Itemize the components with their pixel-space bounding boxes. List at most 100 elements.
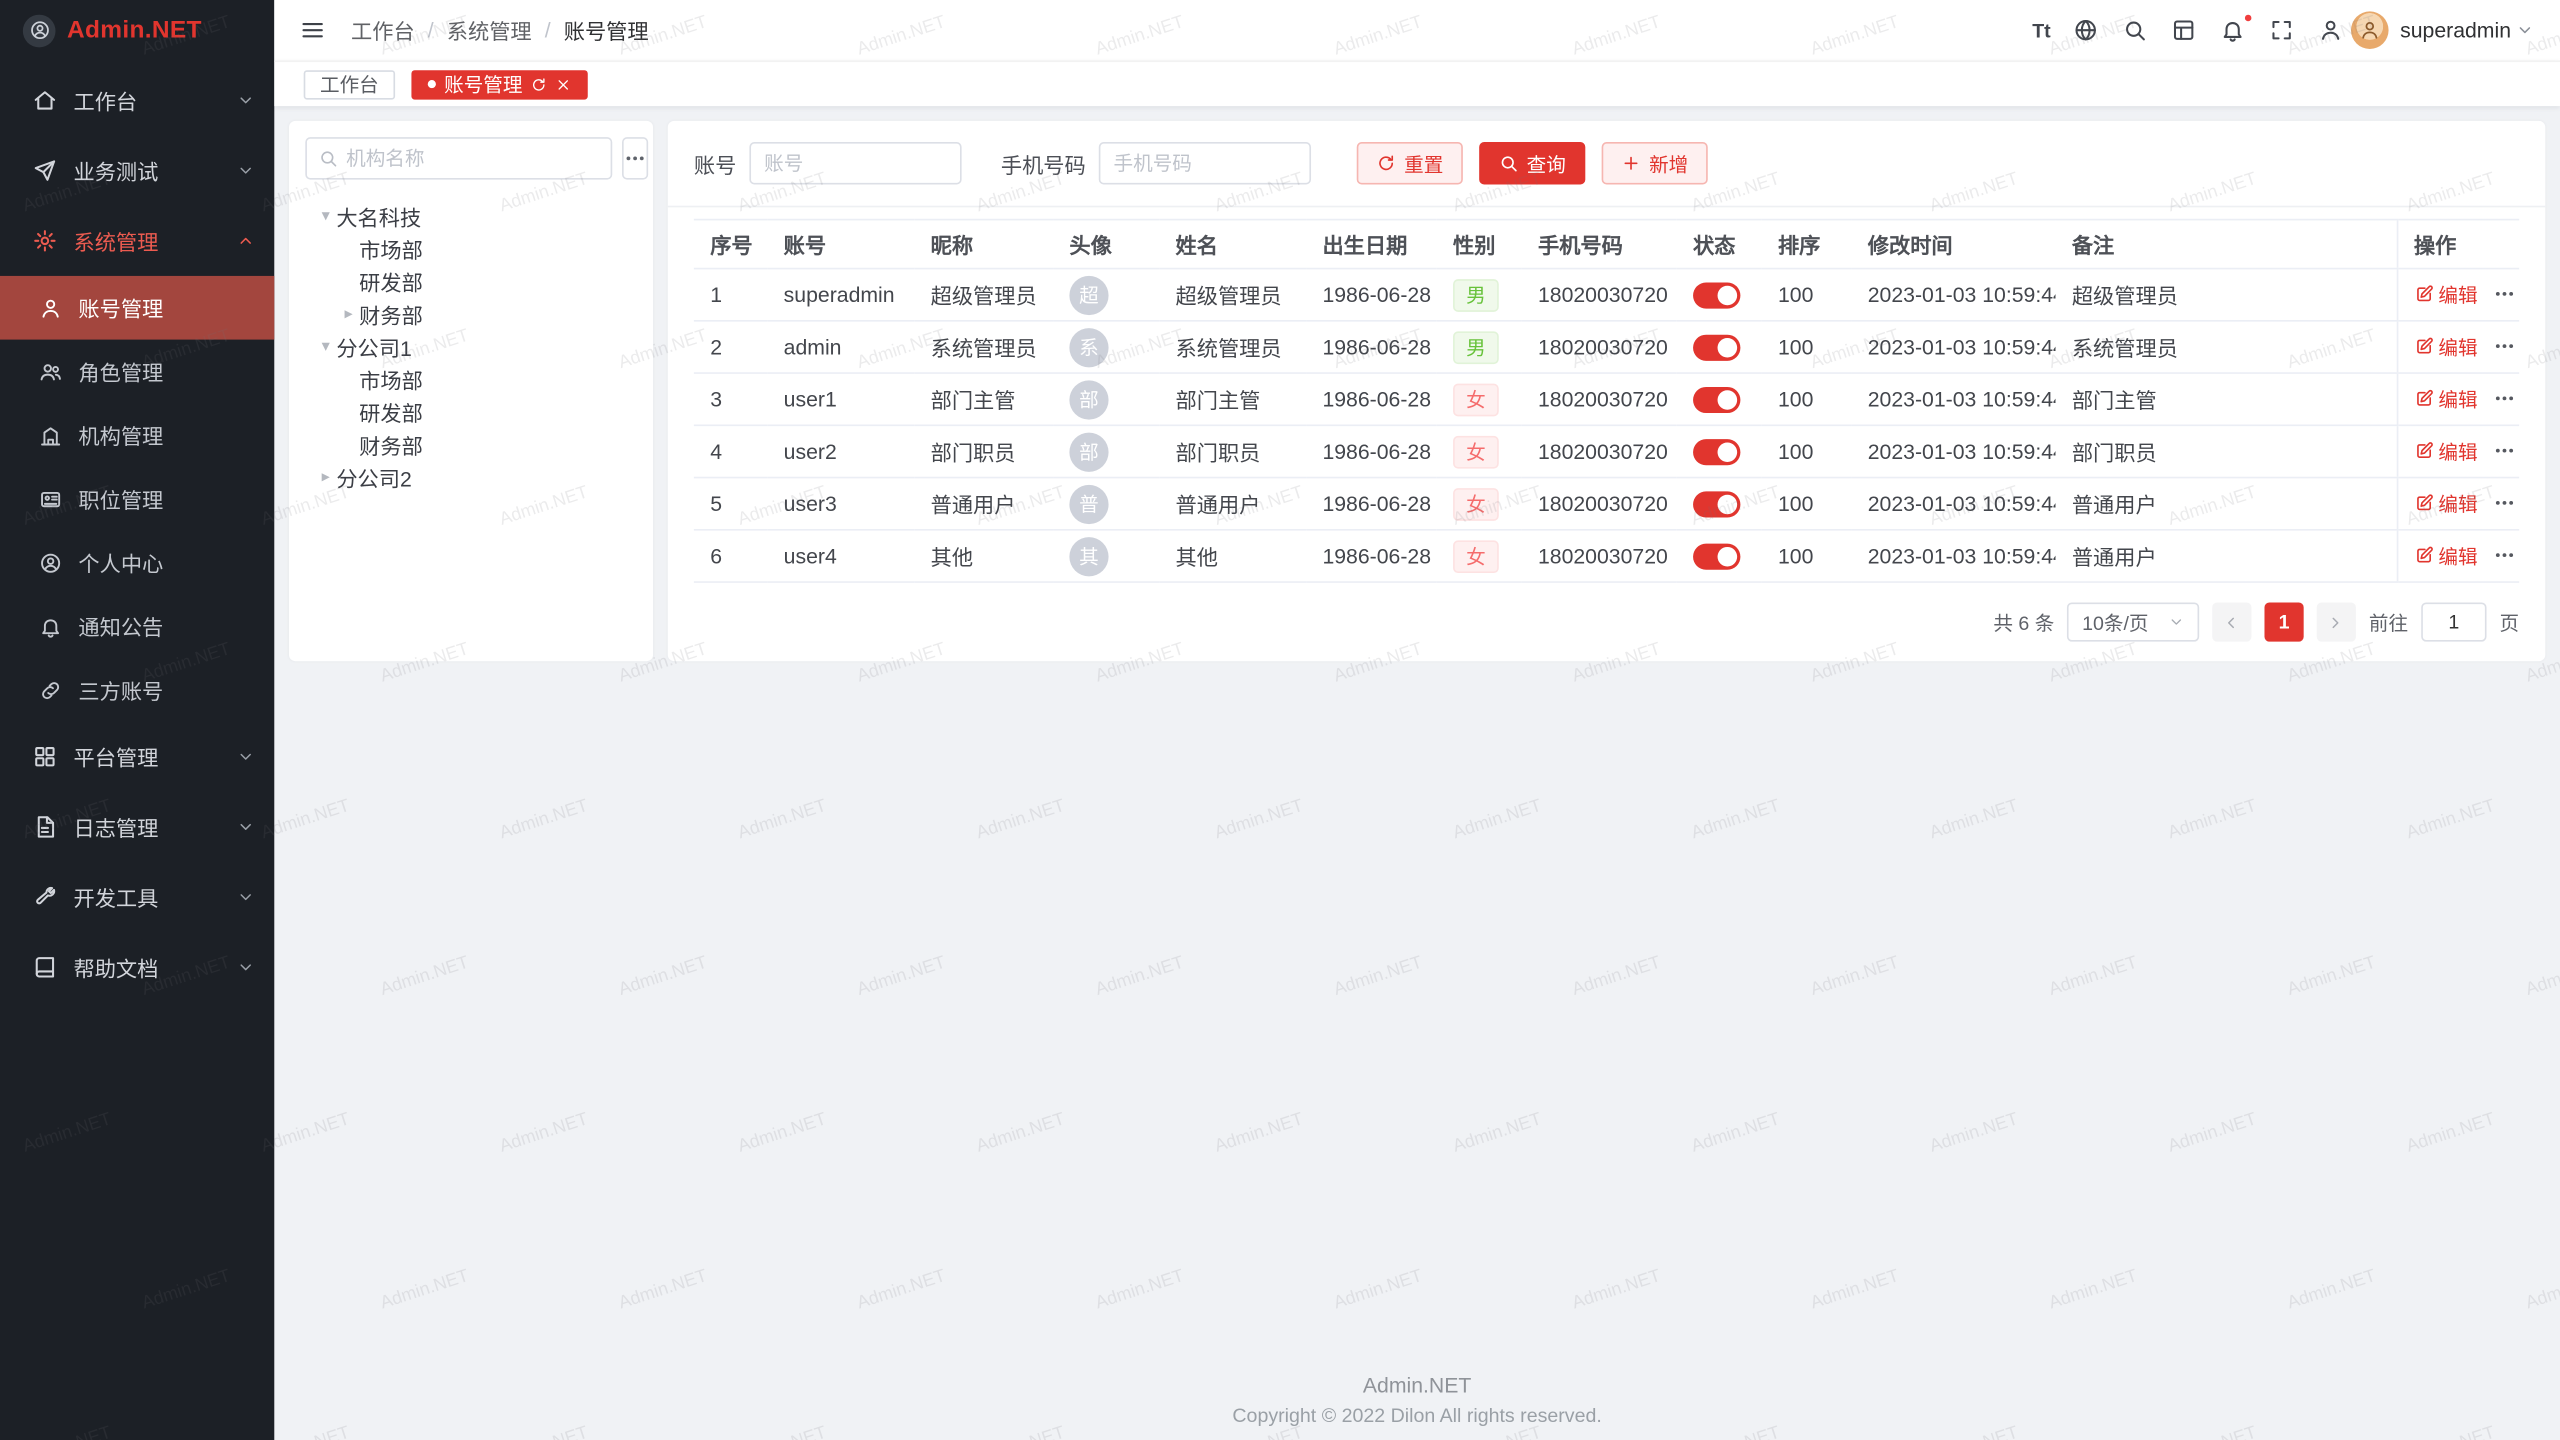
reset-button[interactable]: 重置 [1357,142,1463,184]
user-menu[interactable]: superadmin [2351,11,2534,49]
cell-phone: 18020030720 [1522,373,1677,425]
row-more-button[interactable] [2492,335,2515,358]
edit-button[interactable]: 编辑 [2414,542,2478,570]
edit-button[interactable]: 编辑 [2414,385,2478,413]
row-more-button[interactable] [2492,544,2515,567]
header-layout-button[interactable] [2170,17,2198,43]
tree-node[interactable]: ▸分公司2 [305,460,636,493]
header-font-size-button[interactable]: Tt [2032,17,2050,43]
edit-button[interactable]: 编辑 [2414,489,2478,517]
header-notification-button[interactable] [2219,17,2247,43]
header-fullscreen-button[interactable] [2268,17,2296,43]
tree-node[interactable]: 研发部 [305,264,636,297]
query-form: 账号 手机号码 重置 查询 新增 [694,142,2519,184]
tree-node[interactable]: ▸财务部 [305,297,636,330]
send-icon [33,158,57,182]
cell-account: admin [767,321,914,373]
tree-caret-icon[interactable]: ▾ [315,337,336,355]
edit-label: 编辑 [2438,385,2477,413]
cell-order: 100 [1762,425,1852,477]
sidebar-item-third-party-account[interactable]: 三方账号 [0,658,274,722]
cell-modified: 2023-01-03 10:59:44 [1851,321,2055,373]
logo[interactable]: Admin.NET [0,0,274,60]
edit-button[interactable]: 编辑 [2414,280,2478,308]
tree-node[interactable]: 市场部 [305,362,636,395]
tab-active[interactable]: 账号管理 [411,69,587,98]
cell-actions: 编辑 [2397,269,2519,321]
status-toggle[interactable] [1693,491,1740,517]
header-search-button[interactable] [2121,17,2149,43]
page-size-select[interactable]: 10条/页 [2067,602,2199,641]
status-toggle[interactable] [1693,334,1740,360]
edit-button[interactable]: 编辑 [2414,333,2478,361]
breadcrumb-item[interactable]: 系统管理 [447,15,532,46]
tab-refresh-icon[interactable] [531,76,547,92]
sidebar-item-label: 通知公告 [78,611,163,642]
status-toggle[interactable] [1693,439,1740,465]
tab-0[interactable]: 工作台 [304,69,395,98]
sidebar-item-help-docs[interactable]: 帮助文档 [0,932,274,1002]
row-more-button[interactable] [2492,283,2515,306]
sidebar-item-position-management[interactable]: 职位管理 [0,467,274,531]
tree-node[interactable]: 研发部 [305,395,636,428]
tree-node[interactable]: 市场部 [305,232,636,265]
cell-actions: 编辑 [2397,321,2519,373]
column-header: 状态 [1677,220,1762,269]
org-search-field[interactable] [305,137,612,179]
more-dots-icon [2492,440,2515,463]
tree-caret-icon[interactable]: ▾ [315,207,336,225]
sidebar-item-business-test[interactable]: 业务测试 [0,136,274,206]
prev-page-button[interactable] [2212,602,2251,641]
sidebar-item-account-management[interactable]: 账号管理 [0,276,274,340]
status-toggle[interactable] [1693,282,1740,308]
sidebar-item-org-management[interactable]: 机构管理 [0,403,274,467]
breadcrumb-item[interactable]: 工作台 [351,15,415,46]
row-more-button[interactable] [2492,440,2515,463]
sidebar-item-personal-center[interactable]: 个人中心 [0,531,274,595]
sidebar-item-role-management[interactable]: 角色管理 [0,340,274,404]
header-profile-button[interactable] [2317,17,2345,43]
cell-birthdate: 1986-06-28 [1306,530,1437,582]
header-language-button[interactable] [2072,17,2100,43]
tree-node[interactable]: ▾大名科技 [305,199,636,232]
row-avatar: 系 [1069,327,1108,366]
org-more-button[interactable] [622,137,648,179]
next-page-button[interactable] [2317,602,2356,641]
chevron-down-icon [237,91,255,109]
sidebar-item-platform-management[interactable]: 平台管理 [0,722,274,792]
sidebar-item-notice-announcement[interactable]: 通知公告 [0,594,274,658]
sidebar-item-log-management[interactable]: 日志管理 [0,792,274,862]
tree-caret-icon[interactable]: ▸ [338,304,359,322]
tree-node[interactable]: ▾分公司1 [305,330,636,363]
cell-avatar: 其 [1053,530,1159,582]
account-input[interactable] [749,142,961,184]
select-caret-icon [2168,614,2184,630]
status-toggle[interactable] [1693,543,1740,569]
search-button[interactable]: 查询 [1479,142,1585,184]
gender-badge: 女 [1453,487,1499,520]
tree-node[interactable]: 财务部 [305,428,636,461]
cell-avatar: 超 [1053,269,1159,321]
org-tree: ▾大名科技市场部研发部▸财务部▾分公司1市场部研发部财务部▸分公司2 [305,199,636,493]
phone-input[interactable] [1099,142,1311,184]
row-more-button[interactable] [2492,492,2515,515]
breadcrumb-separator: / [545,18,551,42]
status-toggle[interactable] [1693,387,1740,413]
add-button[interactable]: 新增 [1602,142,1708,184]
tree-node-label: 财务部 [359,429,423,460]
sidebar-item-dev-tools[interactable]: 开发工具 [0,862,274,932]
edit-button[interactable]: 编辑 [2414,437,2478,465]
username[interactable]: superadmin [2400,18,2511,42]
breadcrumb-item[interactable]: 账号管理 [564,15,649,46]
page-number-1[interactable]: 1 [2264,602,2303,641]
org-search-input[interactable] [346,147,599,170]
user-avatar[interactable] [2351,11,2389,49]
column-header: 头像 [1053,220,1159,269]
row-more-button[interactable] [2492,387,2515,410]
sidebar-item-workbench[interactable]: 工作台 [0,65,274,135]
tab-close-icon[interactable] [555,76,571,92]
sidebar-item-system-management[interactable]: 系统管理 [0,206,274,276]
goto-page-input[interactable] [2421,602,2486,641]
collapse-menu-icon[interactable] [300,18,324,42]
tree-caret-icon[interactable]: ▸ [315,468,336,486]
